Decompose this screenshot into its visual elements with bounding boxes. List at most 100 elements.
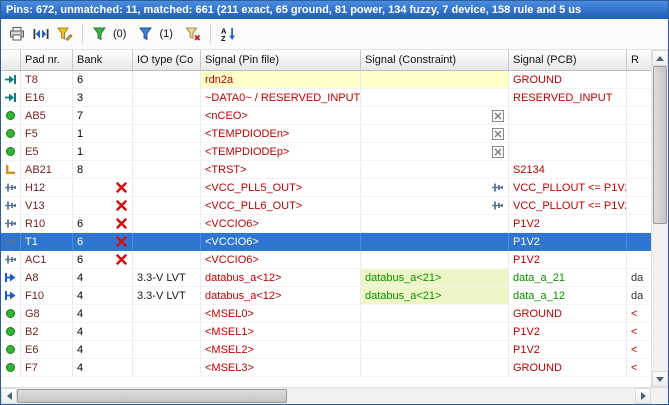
signal-pin-file: ~DATA0~ / RESERVED_INPUT: [205, 89, 360, 107]
pad-number: B2: [25, 323, 38, 341]
signal-pcb: P1V2: [513, 215, 540, 233]
pin-table: Pad nr.BankIO type (CoSignal (Pin file)S…: [1, 50, 651, 387]
clear-filter-button[interactable]: [181, 22, 205, 46]
mismatch-x-icon: [115, 217, 128, 230]
opposing-arrows-icon: [33, 26, 49, 42]
table-row-F5[interactable]: F5 1 <TEMPDIODEn>: [1, 125, 651, 143]
horizontal-scroll-thumb[interactable]: [17, 389, 287, 403]
result-fragment: da: [631, 287, 643, 305]
mismatch-x-icon: [115, 235, 128, 248]
bank-number: 1: [77, 143, 83, 161]
pad-number: F10: [25, 287, 44, 305]
signal-pcb: GROUND: [513, 71, 562, 89]
column-header-res[interactable]: R: [627, 50, 651, 70]
signal-constraint: databus_a<21>: [365, 269, 441, 287]
mismatch-x-icon: [115, 181, 128, 194]
matched-pin-icon: [4, 307, 17, 320]
signal-pcb: data_a_21: [513, 269, 565, 287]
bank-number: 6: [77, 215, 83, 233]
table-row-A8[interactable]: A8 4 3.3-V LVT databus_a<12> databus_a<2…: [1, 269, 651, 287]
horizontal-scrollbar[interactable]: [1, 387, 651, 404]
matched-pin-icon: [4, 343, 17, 356]
matched-pin-icon: [4, 109, 17, 122]
column-header-status[interactable]: [1, 50, 21, 70]
result-fragment: <: [631, 305, 637, 323]
table-row-B2[interactable]: B2 4 <MSEL1> P1V2 <: [1, 323, 651, 341]
table-row-V13[interactable]: V13 <VCC_PLL6_OUT> VCC_PLLOUT <= P1V2: [1, 197, 651, 215]
signal-pin-file: <TEMPDIODEp>: [205, 143, 289, 161]
table-row-F10[interactable]: F10 4 3.3-V LVT databus_a<12> databus_a<…: [1, 287, 651, 305]
sort-button[interactable]: A Z: [216, 22, 240, 46]
signal-pin-file: <VCCIO6>: [205, 251, 259, 269]
pad-number: V13: [25, 197, 45, 215]
table-row-G8[interactable]: G8 4 <MSEL0> GROUND <: [1, 305, 651, 323]
table-row-R10[interactable]: R10 6 <VCCIO6> P1V2: [1, 215, 651, 233]
down-arrow-icon: [656, 377, 664, 382]
table-row-E5[interactable]: E5 1 <TEMPDIODEp>: [1, 143, 651, 161]
column-header-pcb[interactable]: Signal (PCB): [509, 50, 627, 70]
matched-pin-icon: [4, 361, 17, 374]
table-row-AB5[interactable]: AB5 7 <nCEO>: [1, 107, 651, 125]
signal-pin-file: <MSEL0>: [205, 305, 254, 323]
pad-number: T8: [25, 71, 38, 89]
power-pin-icon: [4, 181, 17, 194]
edit-filter-button[interactable]: [53, 22, 77, 46]
table-body: T8 6 rdn2a GROUND E16 3 ~DATA0~ / RESERV…: [1, 71, 651, 387]
column-header-con[interactable]: Signal (Constraint): [361, 50, 509, 70]
column-header-bank[interactable]: Bank: [73, 50, 133, 70]
bank-number: 6: [77, 233, 83, 251]
pad-number: T1: [25, 233, 38, 251]
column-header-pad[interactable]: Pad nr.: [21, 50, 73, 70]
scroll-down-button[interactable]: [652, 371, 668, 387]
scroll-left-button[interactable]: [1, 388, 17, 404]
opposing-arrows-button[interactable]: [29, 22, 53, 46]
matched-pin-icon: [4, 325, 17, 338]
table-row-AC1[interactable]: AC1 6 <VCCIO6> P1V2: [1, 251, 651, 269]
vertical-scrollbar[interactable]: [651, 50, 668, 387]
blue-funnel-icon: [138, 26, 154, 42]
print-button[interactable]: [5, 22, 29, 46]
green-funnel-icon: [92, 26, 108, 42]
table-row-H12[interactable]: H12 <VCC_PLL5_OUT> VCC_PLLOUT <= P1V2: [1, 179, 651, 197]
table-row-E16[interactable]: E16 3 ~DATA0~ / RESERVED_INPUT RESERVED_…: [1, 89, 651, 107]
signal-pcb: GROUND: [513, 305, 562, 323]
green-filter-count: (0): [113, 28, 126, 40]
printer-icon: [9, 26, 25, 42]
window-titlebar[interactable]: Pins: 672, unmatched: 11, matched: 661 (…: [1, 1, 668, 19]
horizontal-scroll-track[interactable]: [17, 388, 635, 404]
bank-number: 8: [77, 161, 83, 179]
signal-pcb: VCC_PLLOUT <= P1V2: [513, 179, 627, 197]
table-row-AB21[interactable]: AB21 8 <TRST> S2134: [1, 161, 651, 179]
table-row-T8[interactable]: T8 6 rdn2a GROUND: [1, 71, 651, 89]
vertical-scroll-track[interactable]: [652, 66, 668, 371]
input-pin-icon: [4, 73, 17, 86]
pad-number: F7: [25, 359, 38, 377]
scroll-up-button[interactable]: [652, 50, 668, 66]
signal-pin-file: <VCCIO6>: [205, 215, 259, 233]
scroll-right-button[interactable]: [635, 388, 651, 404]
signal-pcb: RESERVED_INPUT: [513, 89, 612, 107]
matched-pin-icon: [4, 145, 17, 158]
clear-funnel-icon: [185, 26, 201, 42]
blue-filter-count: (1): [159, 28, 172, 40]
column-header-pin[interactable]: Signal (Pin file): [201, 50, 361, 70]
column-header-io[interactable]: IO type (Co: [133, 50, 201, 70]
result-fragment: <: [631, 341, 637, 359]
table-row-T1[interactable]: T1 6 <VCCIO6> P1V2: [1, 233, 651, 251]
svg-text:Z: Z: [221, 34, 226, 42]
table-row-E6[interactable]: E6 4 <MSEL2> P1V2 <: [1, 341, 651, 359]
left-arrow-icon: [7, 392, 12, 400]
vertical-scroll-thumb[interactable]: [653, 66, 667, 224]
pad-number: AC1: [25, 251, 46, 269]
toolbar: (0) (1) A Z: [1, 19, 668, 50]
mismatch-x-icon: [115, 253, 128, 266]
blue-filter-button[interactable]: [134, 22, 158, 46]
signal-pcb: S2134: [513, 161, 545, 179]
bank-number: 4: [77, 287, 83, 305]
signal-pcb: GROUND: [513, 359, 562, 377]
pad-number: E5: [25, 143, 38, 161]
scrollbar-corner: [651, 387, 668, 404]
signal-pcb: data_a_12: [513, 287, 565, 305]
green-filter-button[interactable]: [88, 22, 112, 46]
table-row-F7[interactable]: F7 4 <MSEL3> GROUND <: [1, 359, 651, 377]
